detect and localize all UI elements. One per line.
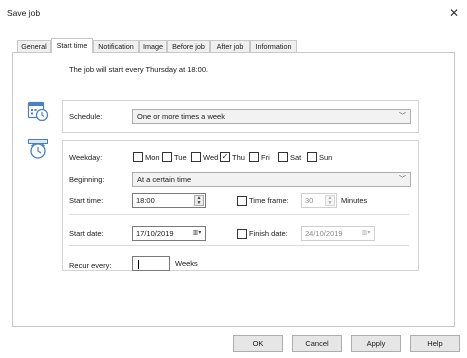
schedule-value: One or more times a week [137,112,225,121]
checkbox-fri[interactable] [249,152,259,162]
checkbox-sun[interactable] [307,152,317,162]
time-frame-value: 30 [305,196,314,205]
start-date-input[interactable]: 17/10/2019 ▥▾ [132,226,206,241]
finish-date-label: Finish date: [249,229,288,238]
start-time-input[interactable]: 18:00 ▲ ▼ [132,193,206,208]
ok-button[interactable]: OK [233,335,283,352]
checkbox-sun-label: Sun [319,153,333,162]
close-icon: ✕ [448,6,460,20]
calendar-dropdown-icon[interactable]: ▥▾ [359,228,373,239]
checkbox-thu[interactable] [220,152,230,162]
start-date-value: 17/10/2019 [136,229,174,238]
beginning-value: At a certain time [137,175,192,184]
tab-start-time[interactable]: Start time [51,38,93,53]
divider [69,214,409,215]
calendar-clock-icon [27,101,49,122]
beginning-select[interactable]: At a certain time ﹀ [132,172,411,187]
recur-label: Recur every: [69,261,112,270]
text-caret [138,259,139,269]
weekday-label: Weekday: [69,153,103,162]
start-date-label: Start date: [69,229,104,238]
title-bar [0,0,467,28]
schedule-label: Schedule: [69,112,103,121]
checkbox-wed[interactable] [191,152,201,162]
time-frame-spinner[interactable]: ▲ ▼ [325,195,335,206]
time-frame-unit: Minutes [341,196,368,205]
time-frame-checkbox[interactable] [237,196,247,206]
help-button[interactable]: Help [410,335,460,352]
checkbox-mon-label: Mon [145,153,160,162]
checkbox-wed-label: Wed [203,153,219,162]
checkbox-fri-label: Fri [261,153,270,162]
cancel-button[interactable]: Cancel [292,335,342,352]
calendar-dropdown-icon[interactable]: ▥▾ [190,228,204,239]
window-title: Save job [7,8,41,18]
start-time-value: 18:00 [136,196,155,205]
checkbox-tue[interactable] [162,152,172,162]
recur-input[interactable] [132,256,170,271]
start-time-spinner[interactable]: ▲ ▼ [194,195,204,206]
start-time-label: Start time: [69,196,104,205]
finish-date-value: 24/10/2019 [305,229,343,238]
chevron-down-icon: ﹀ [399,176,406,183]
finish-date-checkbox[interactable] [237,229,247,239]
checkbox-mon[interactable] [133,152,143,162]
alarm-clock-icon [28,139,48,159]
checkbox-thu-label: Thu [232,153,245,162]
time-frame-label: Time frame: [249,196,289,205]
apply-button[interactable]: Apply [351,335,401,352]
close-button[interactable]: ✕ [446,5,462,21]
schedule-summary: The job will start every Thursday at 18:… [69,65,209,74]
time-frame-input[interactable]: 30 ▲ ▼ [301,193,337,208]
schedule-select[interactable]: One or more times a week ﹀ [132,109,411,124]
beginning-label: Beginning: [69,175,105,184]
checkbox-tue-label: Tue [174,153,187,162]
finish-date-input[interactable]: 24/10/2019 ▥▾ [301,226,375,241]
checkbox-sat[interactable] [278,152,288,162]
divider [69,245,409,246]
recur-unit: Weeks [175,259,198,268]
checkbox-sat-label: Sat [290,153,302,162]
chevron-down-icon: ﹀ [399,113,406,120]
